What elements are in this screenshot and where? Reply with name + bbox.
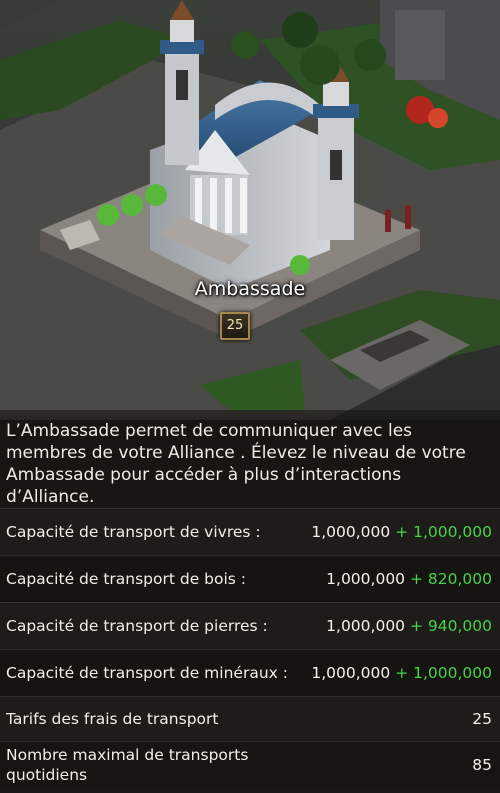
stat-label: Capacité de transport de pierres : [6,617,268,635]
stat-value: 1,000,000 + 820,000 [326,570,492,588]
stat-row-daily-transports: Nombre maximal de transports quotidiens … [0,741,500,788]
stat-label: Nombre maximal de transports quotidiens [6,746,249,784]
building-description: L’Ambassade permet de communiquer avec l… [6,421,466,507]
stat-label: Capacité de transport de bois : [6,570,247,588]
stat-value: 25 [472,710,492,728]
building-name-label: Ambassade [194,278,306,300]
stat-row-stone-transport: Capacité de transport de pierres : 1,000… [0,602,500,649]
stat-label: Tarifs des frais de transport [6,710,219,728]
stat-value: 85 [472,756,492,774]
stat-label: Capacité de transport de vivres : [6,523,261,541]
stats-table: Capacité de transport de vivres : 1,000,… [0,508,500,788]
stat-row-wood-transport: Capacité de transport de bois : 1,000,00… [0,555,500,602]
stat-base-value: 1,000,000 [311,664,391,682]
stat-bonus-value: + 940,000 [409,617,492,635]
stat-bonus-value: + 1,000,000 [395,664,492,682]
stat-row-transport-fee: Tarifs des frais de transport 25 [0,696,500,741]
stat-row-food-transport: Capacité de transport de vivres : 1,000,… [0,508,500,555]
stat-value: 1,000,000 + 1,000,000 [311,523,492,541]
stat-base-value: 1,000,000 [311,523,391,541]
stat-label: Capacité de transport de minéraux : [6,664,288,682]
stat-bonus-value: + 820,000 [409,570,492,588]
stat-value: 1,000,000 + 1,000,000 [311,664,492,682]
stat-row-ore-transport: Capacité de transport de minéraux : 1,00… [0,649,500,696]
ambassade-building-illustration [0,0,500,420]
stat-value: 1,000,000 + 940,000 [326,617,492,635]
stat-base-value: 85 [472,756,492,774]
stat-base-value: 25 [472,710,492,728]
stat-base-value: 1,000,000 [326,570,406,588]
stat-base-value: 1,000,000 [326,617,406,635]
stat-bonus-value: + 1,000,000 [395,523,492,541]
building-level-badge: 25 [220,312,250,340]
